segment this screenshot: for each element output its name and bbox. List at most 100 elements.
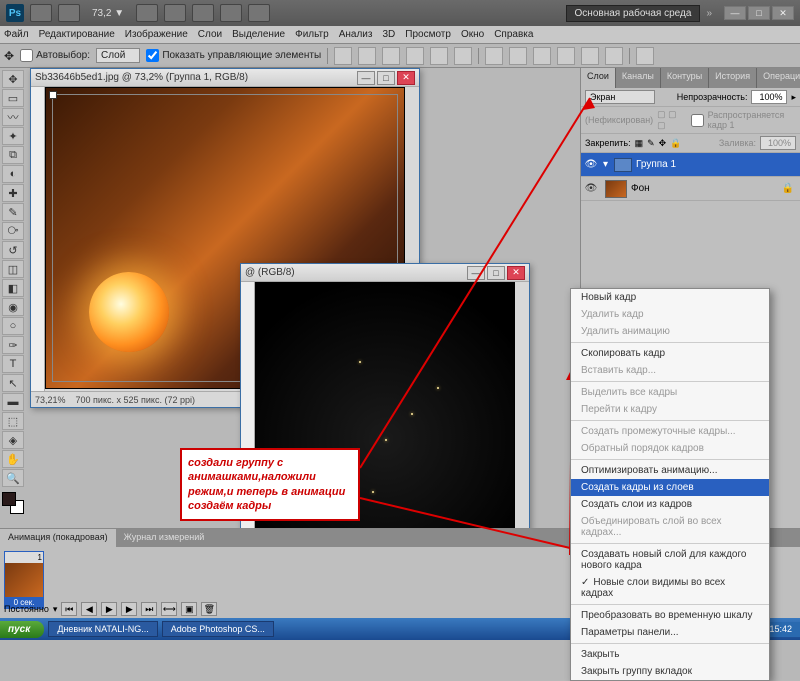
distribute-hcenter-icon[interactable] — [581, 47, 599, 65]
align-right-icon[interactable] — [454, 47, 472, 65]
tab-layers[interactable]: Слои — [581, 68, 616, 88]
zoom-tool-icon[interactable]: 🔍 — [2, 469, 24, 487]
rotate-view-icon[interactable] — [192, 4, 214, 22]
menu-select[interactable]: Выделение — [232, 29, 285, 40]
stamp-tool-icon[interactable]: ⧂ — [2, 222, 24, 240]
brush-tool-icon[interactable]: ✎ — [2, 203, 24, 221]
tween-icon[interactable]: ⟷ — [161, 602, 177, 616]
3d-tool-icon[interactable]: ⬚ — [2, 412, 24, 430]
propagate-frame-checkbox[interactable] — [691, 114, 704, 127]
fill-input[interactable]: 100% — [760, 136, 796, 150]
window-minimize-icon[interactable]: — — [724, 6, 746, 20]
menu-image[interactable]: Изображение — [125, 29, 188, 40]
distribute-vcenter-icon[interactable] — [509, 47, 527, 65]
heal-tool-icon[interactable]: ✚ — [2, 184, 24, 202]
lock-pos-icon[interactable]: ✥ — [659, 138, 667, 149]
menu-edit[interactable]: Редактирование — [39, 29, 115, 40]
distribute-bottom-icon[interactable] — [533, 47, 551, 65]
layer-group-1[interactable]: 👁 ▾ Группа 1 — [581, 153, 800, 177]
folder-expand-icon[interactable]: ▾ — [601, 159, 610, 170]
menu-view[interactable]: Просмотр — [405, 29, 451, 40]
lock-trans-icon[interactable]: ▦ — [635, 138, 644, 149]
prev-frame-icon[interactable]: ◀ — [81, 602, 97, 616]
hand-tool-icon[interactable] — [136, 4, 158, 22]
tray-time[interactable]: 15:42 — [769, 624, 792, 635]
gradient-tool-icon[interactable]: ◧ — [2, 279, 24, 297]
start-button[interactable]: пуск — [0, 621, 44, 638]
arrange-icon[interactable] — [220, 4, 242, 22]
minibridge-icon[interactable] — [58, 4, 80, 22]
lock-all-icon[interactable]: 🔒 — [670, 138, 681, 149]
menu-analysis[interactable]: Анализ — [339, 29, 373, 40]
taskbar-app-2[interactable]: Adobe Photoshop CS... — [162, 621, 274, 637]
menu-window[interactable]: Окно — [461, 29, 484, 40]
menu-help[interactable]: Справка — [494, 29, 533, 40]
next-frame-icon[interactable]: ▶ — [121, 602, 137, 616]
align-vcenter-icon[interactable] — [358, 47, 376, 65]
eraser-tool-icon[interactable]: ◫ — [2, 260, 24, 278]
loop-select[interactable]: Постоянно — [4, 604, 49, 614]
menu-item[interactable]: Скопировать кадр — [571, 345, 769, 362]
doc-maximize-icon[interactable]: □ — [487, 266, 505, 280]
camera-tool-icon[interactable]: ◈ — [2, 431, 24, 449]
visibility-toggle-icon[interactable]: 👁 — [581, 159, 601, 170]
autoselect-checkbox[interactable]: Автовыбор: — [20, 49, 90, 62]
tab-channels[interactable]: Каналы — [616, 68, 661, 88]
window-maximize-icon[interactable]: □ — [748, 6, 770, 20]
menu-file[interactable]: Файл — [4, 29, 29, 40]
menu-item[interactable]: Параметры панели... — [571, 624, 769, 641]
layer-background[interactable]: 👁 Фон 🔒 — [581, 177, 800, 201]
blend-mode-select[interactable]: Экран — [585, 90, 655, 104]
tab-paths[interactable]: Контуры — [661, 68, 709, 88]
align-hcenter-icon[interactable] — [430, 47, 448, 65]
crop-tool-icon[interactable]: ⧉ — [2, 146, 24, 164]
show-controls-checkbox[interactable]: Показать управляющие элементы — [146, 49, 321, 62]
visibility-toggle-icon[interactable]: 👁 — [581, 183, 601, 194]
zoom-tool-icon[interactable] — [164, 4, 186, 22]
distribute-right-icon[interactable] — [605, 47, 623, 65]
layer-name[interactable]: Группа 1 — [636, 159, 676, 170]
menu-item[interactable]: Создавать новый слой для каждого нового … — [571, 546, 769, 574]
zoom-display[interactable]: 73,2 ▼ — [86, 8, 130, 19]
menu-item[interactable]: Создать слои из кадров — [571, 496, 769, 513]
menu-item[interactable]: Создать кадры из слоев — [571, 479, 769, 496]
autoselect-type-select[interactable]: Слой — [96, 48, 140, 63]
lasso-tool-icon[interactable]: 〰 — [2, 108, 24, 126]
menu-filter[interactable]: Фильтр — [295, 29, 329, 40]
menu-item[interactable]: Оптимизировать анимацию... — [571, 462, 769, 479]
workspace-more-icon[interactable]: » — [706, 8, 712, 19]
screen-mode-icon[interactable] — [248, 4, 270, 22]
first-frame-icon[interactable]: ⏮ — [61, 602, 77, 616]
window-close-icon[interactable]: ✕ — [772, 6, 794, 20]
doc-close-icon[interactable]: ✕ — [507, 266, 525, 280]
color-swatch[interactable] — [2, 492, 24, 514]
menu-item[interactable]: Преобразовать во временную шкалу — [571, 607, 769, 624]
tab-animation[interactable]: Анимация (покадровая) — [0, 529, 116, 547]
doc-minimize-icon[interactable]: — — [467, 266, 485, 280]
delete-frame-icon[interactable]: 🗑 — [201, 602, 217, 616]
duplicate-frame-icon[interactable]: ▣ — [181, 602, 197, 616]
play-icon[interactable]: ▶ — [101, 602, 117, 616]
type-tool-icon[interactable]: T — [2, 355, 24, 373]
lock-pixels-icon[interactable]: ✎ — [647, 138, 655, 149]
align-left-icon[interactable] — [406, 47, 424, 65]
opacity-input[interactable]: 100% — [751, 90, 787, 104]
menu-item[interactable]: Новые слои видимы во всех кадрах — [571, 574, 769, 602]
layer-name[interactable]: Фон — [631, 183, 650, 194]
tab-measurement-log[interactable]: Журнал измерений — [116, 529, 213, 547]
hand-tool-icon[interactable]: ✋ — [2, 450, 24, 468]
menu-3d[interactable]: 3D — [382, 29, 395, 40]
blur-tool-icon[interactable]: ◉ — [2, 298, 24, 316]
menu-item[interactable]: Закрыть группу вкладок — [571, 663, 769, 680]
auto-align-icon[interactable] — [636, 47, 654, 65]
doc-minimize-icon[interactable]: — — [357, 71, 375, 85]
dodge-tool-icon[interactable]: ○ — [2, 317, 24, 335]
menu-item[interactable]: Новый кадр — [571, 289, 769, 306]
menu-item[interactable]: Закрыть — [571, 646, 769, 663]
marquee-tool-icon[interactable]: ▭ — [2, 89, 24, 107]
doc-zoom-status[interactable]: 73,21% — [35, 395, 66, 405]
doc-maximize-icon[interactable]: □ — [377, 71, 395, 85]
move-tool-icon[interactable]: ✥ — [2, 70, 24, 88]
align-top-icon[interactable] — [334, 47, 352, 65]
path-select-tool-icon[interactable]: ↖ — [2, 374, 24, 392]
